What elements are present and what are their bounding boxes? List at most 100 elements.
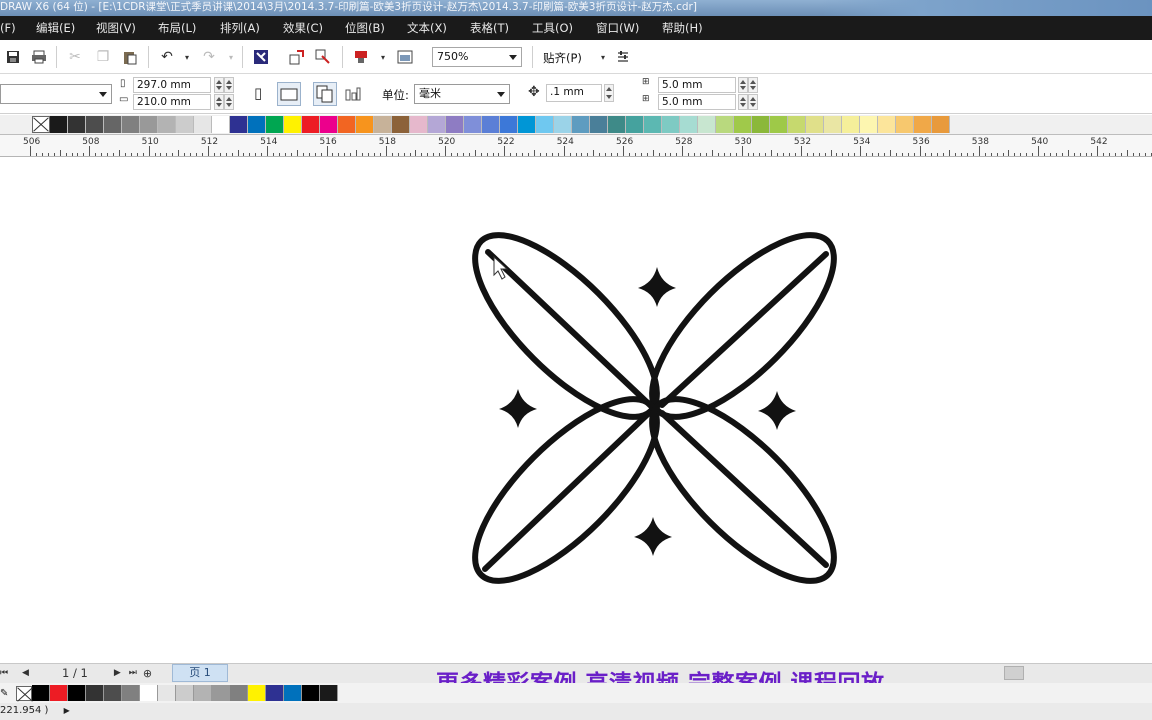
color-swatch[interactable] xyxy=(446,116,464,133)
nudge-spinner[interactable] xyxy=(604,84,614,102)
color-swatch[interactable] xyxy=(626,116,644,133)
eyedropper-icon[interactable]: ✎ xyxy=(0,688,8,699)
color-swatch[interactable] xyxy=(770,116,788,133)
document-color-swatch[interactable] xyxy=(86,685,104,701)
document-color-swatch[interactable] xyxy=(320,685,338,701)
color-swatch[interactable] xyxy=(194,116,212,133)
all-pages-button[interactable] xyxy=(313,82,337,106)
document-color-swatch[interactable] xyxy=(140,685,158,701)
horizontal-scrollbar-thumb[interactable] xyxy=(1004,666,1024,680)
window-controls[interactable] xyxy=(822,0,1152,16)
document-no-color-swatch[interactable] xyxy=(16,685,32,701)
menu-effects[interactable]: 效果(C) xyxy=(283,20,323,36)
document-color-swatch[interactable] xyxy=(176,685,194,701)
document-color-swatch[interactable] xyxy=(212,685,230,701)
color-swatch[interactable] xyxy=(716,116,734,133)
document-color-swatch[interactable] xyxy=(266,685,284,701)
color-swatch[interactable] xyxy=(482,116,500,133)
color-swatch[interactable] xyxy=(932,116,950,133)
sparkle-top[interactable] xyxy=(638,267,676,307)
drawing-canvas[interactable] xyxy=(0,157,1152,663)
duplicate-y-spinner-alt[interactable] xyxy=(748,94,758,110)
welcome-screen-icon[interactable] xyxy=(396,48,414,66)
paste-icon[interactable] xyxy=(121,48,139,66)
color-swatch[interactable] xyxy=(824,116,842,133)
horizontal-ruler[interactable]: 506 508 510 512 514 516 518 520 522 524 526 528 530 5… xyxy=(0,135,1152,157)
color-swatch[interactable] xyxy=(122,116,140,133)
color-swatch[interactable] xyxy=(554,116,572,133)
document-color-swatch[interactable] xyxy=(230,685,248,701)
document-color-swatch[interactable] xyxy=(194,685,212,701)
petal-top-right[interactable] xyxy=(626,209,861,444)
document-color-swatch[interactable] xyxy=(104,685,122,701)
snap-to-button[interactable]: 贴齐(P) xyxy=(543,50,582,66)
document-color-swatch[interactable] xyxy=(302,685,320,701)
color-swatch[interactable] xyxy=(374,116,392,133)
menu-bitmaps[interactable]: 位图(B) xyxy=(345,20,385,36)
landscape-button[interactable] xyxy=(277,82,301,106)
color-swatch[interactable] xyxy=(662,116,680,133)
color-swatch[interactable] xyxy=(86,116,104,133)
snap-dropdown-icon[interactable]: ▾ xyxy=(594,48,612,66)
previous-page-icon[interactable]: ◀ xyxy=(22,668,44,678)
first-page-icon[interactable]: ⏮ xyxy=(0,668,12,678)
color-swatch[interactable] xyxy=(788,116,806,133)
color-swatch[interactable] xyxy=(752,116,770,133)
color-swatch[interactable] xyxy=(680,116,698,133)
color-swatch[interactable] xyxy=(266,116,284,133)
color-swatch[interactable] xyxy=(608,116,626,133)
color-swatch[interactable] xyxy=(284,116,302,133)
menu-view[interactable]: 视图(V) xyxy=(96,20,136,36)
color-swatch[interactable] xyxy=(698,116,716,133)
import-icon[interactable] xyxy=(288,48,306,66)
page-tab-1[interactable]: 页 1 xyxy=(172,664,228,682)
undo-dropdown-icon[interactable]: ▾ xyxy=(178,48,196,66)
color-swatch[interactable] xyxy=(464,116,482,133)
portrait-icon[interactable]: ▯ xyxy=(254,84,262,102)
color-swatch[interactable] xyxy=(572,116,590,133)
application-launcher-icon[interactable] xyxy=(352,48,370,66)
color-swatch[interactable] xyxy=(302,116,320,133)
copy-icon[interactable]: ❐ xyxy=(94,48,112,66)
menu-text[interactable]: 文本(X) xyxy=(407,20,447,36)
duplicate-x-spinner-alt[interactable] xyxy=(748,77,758,93)
flower-artwork[interactable] xyxy=(0,157,1152,663)
sparkle-bottom[interactable] xyxy=(634,517,672,556)
document-color-swatch[interactable] xyxy=(284,685,302,701)
units-combo[interactable]: 毫米 xyxy=(414,84,510,104)
document-color-swatch[interactable] xyxy=(158,685,176,701)
export-icon[interactable] xyxy=(314,48,332,66)
color-swatch[interactable] xyxy=(428,116,446,133)
page-height-spinner-alt[interactable] xyxy=(224,94,234,110)
sparkle-left[interactable] xyxy=(499,389,537,428)
print-icon[interactable] xyxy=(30,48,48,66)
menu-window[interactable]: 窗口(W) xyxy=(596,20,639,36)
duplicate-distance-x-field[interactable]: 5.0 mm xyxy=(658,77,736,93)
document-color-swatch[interactable] xyxy=(122,685,140,701)
page-width-spinner[interactable] xyxy=(214,77,224,93)
color-swatch[interactable] xyxy=(50,116,68,133)
duplicate-distance-y-field[interactable]: 5.0 mm xyxy=(658,94,736,110)
menu-file[interactable]: (F) xyxy=(0,21,16,35)
menu-arrange[interactable]: 排列(A) xyxy=(220,20,260,36)
undo-icon[interactable]: ↶ xyxy=(158,48,176,66)
menu-help[interactable]: 帮助(H) xyxy=(662,20,703,36)
zoom-level-combo[interactable]: 750% xyxy=(432,47,522,67)
document-color-swatch[interactable] xyxy=(68,685,86,701)
nudge-distance-field[interactable]: .1 mm xyxy=(546,84,602,102)
duplicate-x-spinner[interactable] xyxy=(738,77,748,93)
color-swatch[interactable] xyxy=(158,116,176,133)
color-swatch[interactable] xyxy=(176,116,194,133)
no-fill-swatch[interactable] xyxy=(32,116,50,133)
page-height-spinner[interactable] xyxy=(214,94,224,110)
color-swatch[interactable] xyxy=(212,116,230,133)
color-swatch[interactable] xyxy=(392,116,410,133)
color-swatch[interactable] xyxy=(914,116,932,133)
redo-icon[interactable]: ↷ xyxy=(200,48,218,66)
page-width-field[interactable]: 297.0 mm xyxy=(133,77,211,93)
add-page-icon[interactable]: ⊕ xyxy=(143,667,152,680)
current-page-icon[interactable] xyxy=(345,87,361,104)
color-swatch[interactable] xyxy=(536,116,554,133)
color-swatch[interactable] xyxy=(356,116,374,133)
sparkle-right[interactable] xyxy=(758,391,796,430)
